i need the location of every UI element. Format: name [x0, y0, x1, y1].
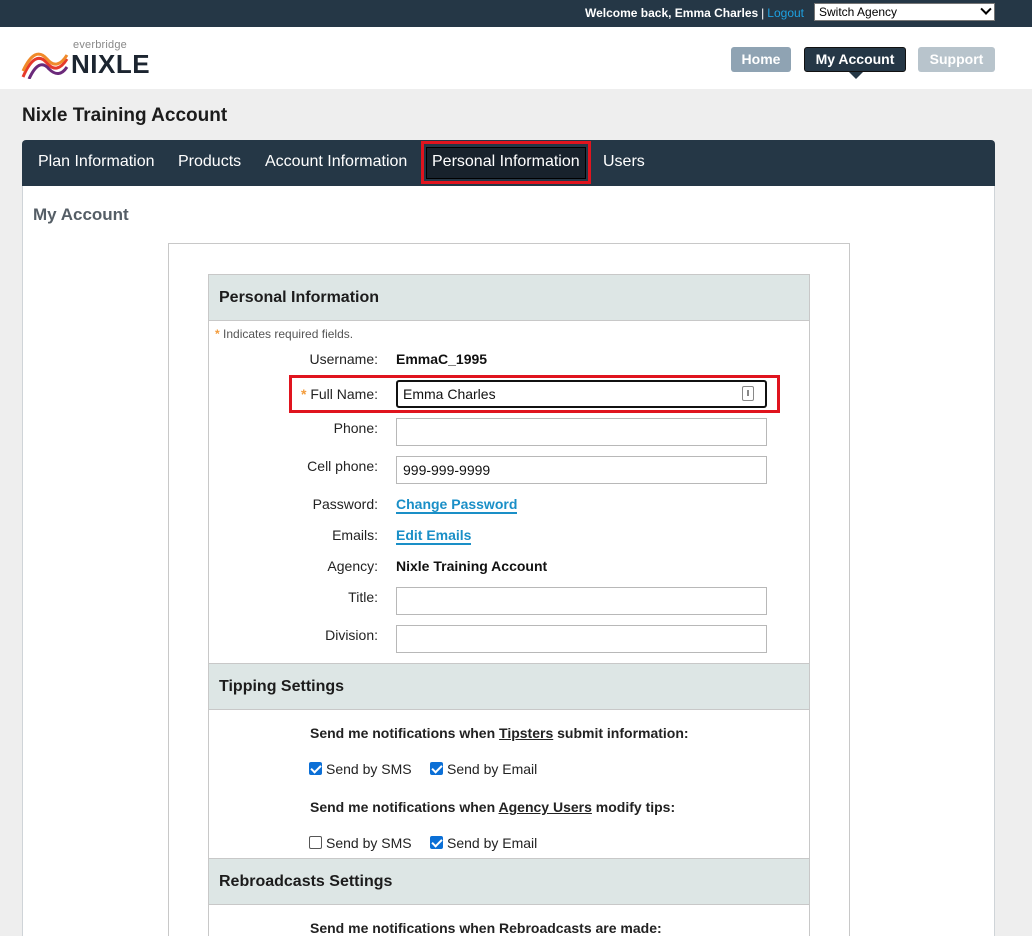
password-label: Password:	[312, 496, 378, 512]
agency-user-sms-label[interactable]: Send by SMS	[326, 835, 412, 851]
account-tabs: Plan Information Products Account Inform…	[22, 140, 995, 186]
tab-products[interactable]: Products	[178, 153, 241, 171]
tipster-email-label[interactable]: Send by Email	[447, 761, 537, 777]
chevron-down-icon	[980, 3, 992, 15]
tipping-settings-heading: Tipping Settings	[209, 663, 809, 710]
tipster-notification-pre: Send me notifications when	[310, 725, 500, 741]
tipster-sms-label[interactable]: Send by SMS	[326, 761, 412, 777]
separator: |	[761, 6, 765, 20]
required-star: *	[215, 327, 220, 341]
personal-information-heading: Personal Information	[209, 274, 809, 321]
support-button[interactable]: Support	[918, 47, 995, 72]
tab-users[interactable]: Users	[603, 153, 645, 171]
agency-user-notification-text: Send me notifications when Agency Users …	[310, 799, 675, 815]
agency-user-notification-post: modify tips:	[591, 799, 676, 815]
agency-user-email-checkbox[interactable]	[430, 836, 443, 849]
division-label: Division:	[325, 627, 378, 643]
phone-input[interactable]	[396, 418, 767, 446]
username-value: EmmaC_1995	[396, 351, 488, 367]
agency-label: Agency:	[327, 558, 378, 574]
agency-user-notification-pre: Send me notifications when	[310, 799, 499, 815]
logo-arcs-icon	[21, 52, 69, 79]
division-input[interactable]	[396, 625, 767, 653]
rebroadcasts-settings-heading: Rebroadcasts Settings	[209, 858, 809, 905]
phone-label: Phone:	[333, 420, 378, 436]
fullname-label-text: Full Name:	[310, 386, 378, 402]
header: everbridge NIXLE Home My Account Support	[0, 27, 1032, 89]
autofill-icon[interactable]	[742, 386, 754, 401]
my-account-button[interactable]: My Account	[804, 47, 906, 79]
required-note: * Indicates required fields.	[215, 327, 353, 341]
tipster-notification-text: Send me notifications when Tipsters subm…	[310, 725, 689, 741]
switch-agency-select[interactable]: Switch Agency	[814, 3, 995, 21]
page-title: Nixle Training Account	[22, 105, 228, 126]
required-note-text: Indicates required fields.	[223, 327, 354, 341]
welcome-message: Welcome back, Emma Charles | Logout	[585, 6, 804, 20]
cell-phone-label: Cell phone:	[307, 458, 378, 474]
tipster-notification-post: submit information:	[553, 725, 689, 741]
cell-phone-input[interactable]: 999-999-9999	[396, 456, 767, 484]
logout-link[interactable]: Logout	[767, 6, 804, 20]
username-label: Username:	[309, 351, 378, 367]
agency-value: Nixle Training Account	[396, 558, 548, 574]
section-heading: My Account	[33, 205, 129, 224]
agency-user-sms-checkbox[interactable]	[309, 836, 322, 849]
tab-personal-information[interactable]: Personal Information	[432, 153, 580, 171]
fullname-label: * Full Name:	[208, 386, 378, 402]
agency-user-email-label[interactable]: Send by Email	[447, 835, 537, 851]
welcome-text: Welcome back, Emma Charles	[584, 6, 759, 20]
tab-plan-information[interactable]: Plan Information	[38, 153, 155, 171]
rebroadcast-notification-text: Send me notifications when Rebroadcasts …	[310, 920, 662, 936]
tipsters-link[interactable]: Tipsters	[499, 725, 553, 741]
logo-nixle-text: NIXLE	[71, 49, 151, 79]
nixle-logo[interactable]: everbridge NIXLE	[21, 39, 151, 81]
tipster-email-checkbox[interactable]	[430, 762, 443, 775]
title-input[interactable]	[396, 587, 767, 615]
required-star: *	[300, 386, 307, 402]
edit-emails-link[interactable]: Edit Emails	[396, 527, 472, 545]
tab-account-information[interactable]: Account Information	[265, 153, 407, 171]
switch-agency-value: Switch Agency	[819, 5, 898, 19]
change-password-link[interactable]: Change Password	[396, 496, 518, 514]
emails-label: Emails:	[332, 527, 378, 543]
tipster-sms-checkbox[interactable]	[309, 762, 322, 775]
title-label: Title:	[348, 589, 378, 605]
fullname-input[interactable]: Emma Charles	[396, 380, 767, 408]
home-button[interactable]: Home	[731, 47, 791, 72]
agency-users-link[interactable]: Agency Users	[499, 799, 592, 815]
